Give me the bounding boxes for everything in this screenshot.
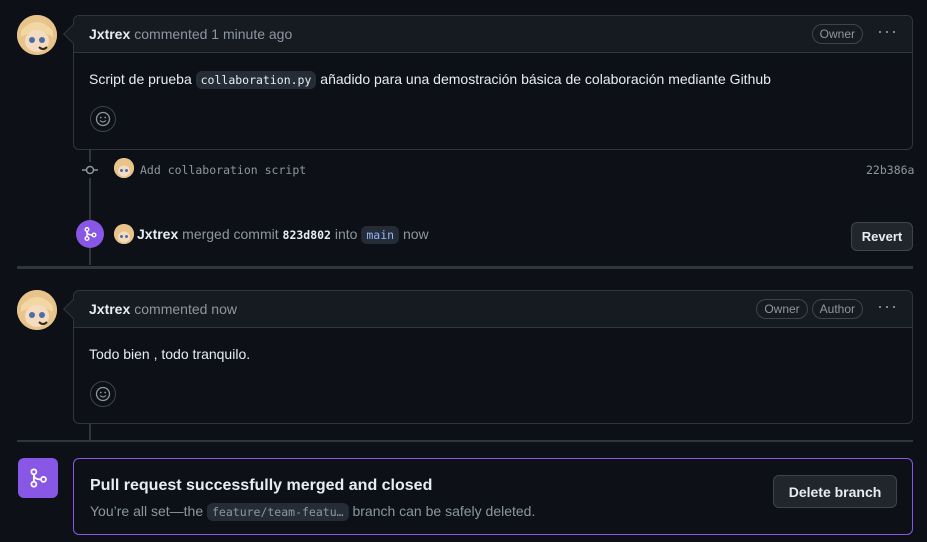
head-branch[interactable]: feature/team-featu… <box>207 503 349 521</box>
merge-author[interactable]: Jxtrex <box>137 226 178 242</box>
comment-box: Jxtrex commented now Owner Author ··· To… <box>63 290 913 424</box>
comment-timestamp[interactable]: commented now <box>134 301 237 317</box>
kebab-icon[interactable]: ··· <box>877 297 898 317</box>
commit-sha-link[interactable]: 22b386a <box>866 163 914 177</box>
comment-header: Jxtrex commented 1 minute ago Owner ··· <box>74 16 912 53</box>
git-merge-icon <box>76 220 104 248</box>
delete-branch-button[interactable]: Delete branch <box>773 475 897 508</box>
smiley-icon <box>95 111 111 127</box>
add-reaction-button[interactable] <box>90 106 116 132</box>
timeline-line <box>89 424 91 440</box>
add-reaction-button[interactable] <box>90 381 116 407</box>
comment-box: Jxtrex commented 1 minute ago Owner ··· … <box>63 15 913 150</box>
pr-timeline: Jxtrex commented 1 minute ago Owner ··· … <box>0 0 927 542</box>
timeline-divider <box>17 266 913 269</box>
avatar[interactable] <box>17 290 57 330</box>
comment-author[interactable]: Jxtrex <box>89 26 130 42</box>
merged-title: Pull request successfully merged and clo… <box>90 477 433 494</box>
comment-header: Jxtrex commented now Owner Author ··· <box>74 291 912 328</box>
timeline-divider <box>17 440 913 442</box>
avatar[interactable] <box>114 158 134 178</box>
comment-timestamp[interactable]: commented 1 minute ago <box>134 26 292 42</box>
comment-author[interactable]: Jxtrex <box>89 301 130 317</box>
merged-description: You’re all set—the feature/team-featu… b… <box>90 503 536 521</box>
merge-event-text: Jxtrex merged commit 823d802 into main n… <box>137 226 429 244</box>
revert-button[interactable]: Revert <box>851 222 913 251</box>
base-branch[interactable]: main <box>361 226 400 244</box>
merged-status-box: Pull request successfully merged and clo… <box>73 458 913 535</box>
commit-message-link[interactable]: Add collaboration script <box>140 163 306 177</box>
kebab-icon[interactable]: ··· <box>877 22 898 42</box>
author-badge: Author <box>811 299 864 319</box>
avatar[interactable] <box>114 224 134 244</box>
comment-body: Todo bien , todo tranquilo. <box>89 346 251 362</box>
inline-code: collaboration.py <box>195 71 317 89</box>
owner-badge: Owner <box>756 299 808 319</box>
git-merge-icon <box>18 458 58 498</box>
comment-body: Script de prueba collaboration.py añadid… <box>89 71 771 89</box>
git-commit-icon <box>82 162 98 178</box>
merge-sha-link[interactable]: 823d802 <box>283 228 331 242</box>
owner-badge: Owner <box>811 24 864 44</box>
smiley-icon <box>95 386 111 402</box>
avatar[interactable] <box>17 15 57 55</box>
